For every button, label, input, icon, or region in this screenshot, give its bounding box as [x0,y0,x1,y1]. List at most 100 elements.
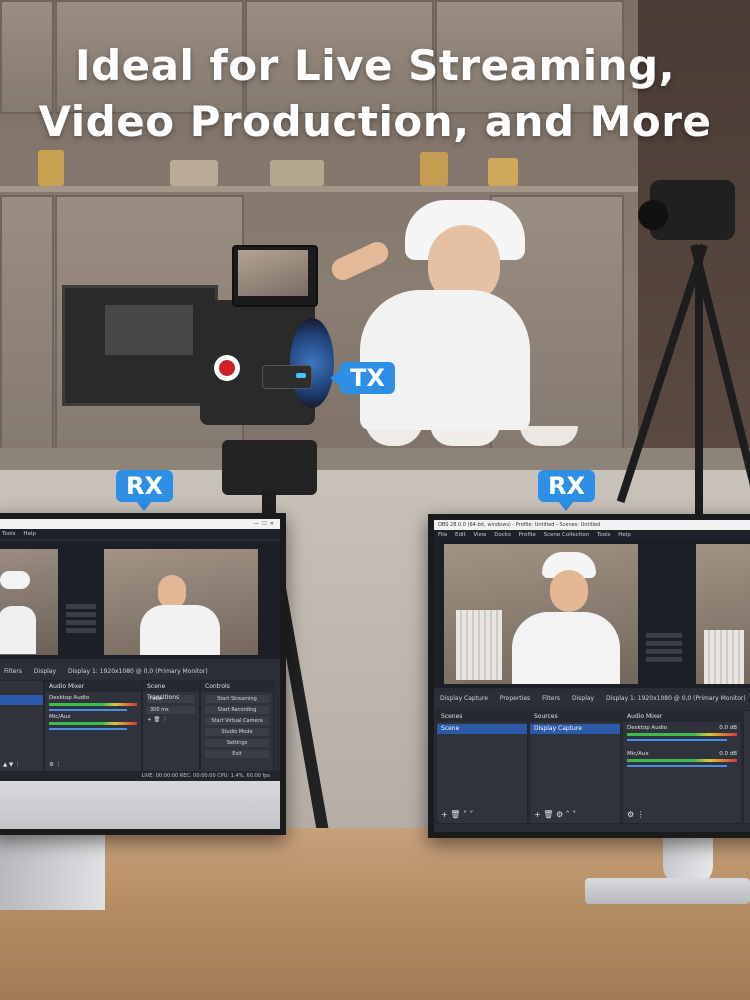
scene-item[interactable]: Scene [437,724,527,734]
desktop-audio-label: Desktop Audio 0.0 dB [627,725,737,731]
properties-sidebar [646,630,682,682]
monitor-chin [0,781,280,829]
chef-jacket [512,612,620,684]
status-bar: LIVE: 00:00:00 REC: 00:00:00 CPU: 1.4%, … [0,771,280,781]
chef-arm [328,238,392,284]
jar [170,160,218,186]
controls-header: Controls [201,681,273,692]
transitions-header: Scene Transitions [143,681,199,701]
jar [488,158,518,186]
preview-area [0,541,280,659]
mic-audio-slider[interactable] [627,765,727,767]
scene-item[interactable] [0,695,43,705]
menu-bar: Tools Help [0,529,280,539]
camera-screen-image [238,250,308,296]
tripod-head [222,440,317,495]
camera-lens [290,318,334,408]
duration-input[interactable]: 300 ms [147,706,195,714]
properties-sidebar [66,601,96,657]
menu-scene-collection[interactable]: Scene Collection [543,532,589,538]
chef-face [550,570,588,612]
menu-help[interactable]: Help [23,531,36,537]
controls-panel-partial [743,710,750,824]
desktop-audio-meter [49,703,137,706]
menu-tools[interactable]: Tools [2,531,16,537]
audio-mixer-header: Audio Mixer [623,711,741,722]
audio-mixer-header: Audio Mixer [45,681,141,692]
display-select[interactable]: Display 1: 1920x1080 @ 0,0 (Primary Moni… [606,695,746,702]
panel-controls[interactable]: ▲ ▼ ⋮ [0,762,20,768]
settings-button[interactable]: Settings [205,739,269,747]
menu-help[interactable]: Help [618,532,631,538]
transition-buttons[interactable]: + 🗑 ⋮ [143,717,199,723]
menu-file[interactable]: File [438,532,447,538]
mic-audio-slider[interactable] [49,728,127,730]
source-item[interactable]: Display Capture [530,724,620,734]
headline-line-1: Ideal for Live Streaming, [74,41,676,90]
sources-header: Sources [530,711,620,722]
monitor-right: OBS 28.0.0 (64-bit, windows) - Profile: … [428,514,750,838]
monitor-left: — ☐ ✕ Tools Help Filters Display Display… [0,513,286,835]
obs-window-left: — ☐ ✕ Tools Help Filters Display Display… [0,519,280,781]
scene-transitions-panel: Scene Transitions Fade 300 ms + 🗑 ⋮ [142,680,200,772]
window-controls[interactable]: — ☐ ✕ [254,519,274,529]
mic-audio-meter [627,759,737,762]
headline: Ideal for Live Streaming, Video Producti… [0,38,750,150]
scenes-header: Scenes [437,711,527,722]
desktop-audio-meter [627,733,737,736]
start-virtual-camera-button[interactable]: Start Virtual Camera [205,717,269,725]
radiator [704,630,744,684]
studio-mode-button[interactable]: Studio Mode [205,728,269,736]
sources-panel: Sources Display Capture + 🗑 ⚙ ˄ ˅ [529,710,621,824]
audio-mixer-panel: Audio Mixer Desktop Audio Mic/Aux ⚙ ⋮ [44,680,142,772]
start-streaming-button[interactable]: Start Streaming [205,695,269,703]
mic-audio-label: Mic/Aux [49,714,71,720]
chef-jacket [0,606,36,654]
properties-button[interactable]: Properties [500,695,530,702]
gear-icon[interactable]: ⚙ ⋮ [623,810,645,819]
mic-audio-meter [49,722,137,725]
desktop-audio-slider[interactable] [49,709,127,711]
stand-base [585,878,750,904]
mic-audio-label: Mic/Aux 0.0 dB [627,751,737,757]
desktop-audio-level: 0.0 dB [719,725,737,731]
filters-button[interactable]: Filters [542,695,560,702]
menu-view[interactable]: View [473,532,486,538]
menu-docks[interactable]: Docks [494,532,511,538]
jar [38,150,64,186]
person-face [158,575,186,609]
exit-button[interactable]: Exit [205,750,269,758]
source-controls[interactable]: + 🗑 ⚙ ˄ ˅ [530,810,576,819]
display-select[interactable]: Display 1: 1920x1080 @ 0,0 (Primary Moni… [68,668,208,675]
filters-button[interactable]: Filters [4,668,22,675]
tx-badge: TX [330,362,395,394]
source-toolbar: Display Capture Properties Filters Displ… [434,692,750,706]
mic-audio-level: 0.0 dB [719,751,737,757]
menu-edit[interactable]: Edit [455,532,466,538]
display-label: Display [33,668,57,675]
display-label: Display [571,695,595,702]
rx-badge-left: RX [116,470,173,511]
transmitter-led [296,373,306,378]
scenes-panel: ▲ ▼ ⋮ [0,680,44,772]
scene-controls[interactable]: + 🗑 ˄ ˅ [437,810,474,819]
headline-line-2: Video Production, and More [38,97,712,146]
camera-lens [638,200,668,230]
menu-tools[interactable]: Tools [597,532,611,538]
gear-icon[interactable]: ⚙ ⋮ [45,762,61,768]
preview-area [434,540,750,688]
rx-badge-right: RX [538,470,595,511]
controls-panel: Controls Start Streaming Start Recording… [200,680,274,772]
chef-hat [0,571,30,589]
record-icon [219,360,235,376]
desktop-audio-label: Desktop Audio [49,695,90,701]
menu-profile[interactable]: Profile [519,532,536,538]
jar [270,160,324,186]
tripod-leg [695,245,703,515]
obs-window-right: OBS 28.0.0 (64-bit, windows) - Profile: … [434,520,750,832]
start-recording-button[interactable]: Start Recording [205,706,269,714]
shelf [0,186,640,192]
title-bar: — ☐ ✕ [0,519,280,529]
title-bar: OBS 28.0.0 (64-bit, windows) - Profile: … [434,520,750,530]
desktop-audio-slider[interactable] [627,739,727,741]
